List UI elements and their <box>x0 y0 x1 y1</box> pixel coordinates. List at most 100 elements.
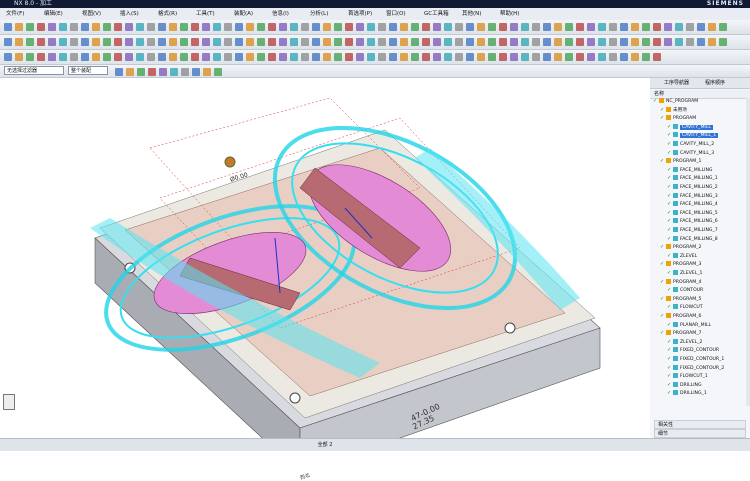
toolbar-button-icon[interactable] <box>686 38 694 46</box>
toolbar-button-icon[interactable] <box>653 38 661 46</box>
toolbar-button-icon[interactable] <box>411 38 419 46</box>
toolbar-button-icon[interactable] <box>191 53 199 61</box>
toolbar-button-icon[interactable] <box>543 53 551 61</box>
menu-item[interactable]: 帮助(H) <box>500 10 519 18</box>
operation-row[interactable]: ✓ CAVITY_MILL_3 <box>667 149 714 158</box>
toolbar-button-icon[interactable] <box>301 23 309 31</box>
details-panel[interactable]: 细节 <box>654 429 746 438</box>
toolbar-button-icon[interactable] <box>499 38 507 46</box>
toolbar-button-icon[interactable] <box>59 23 67 31</box>
toolbar-button-icon[interactable] <box>554 23 562 31</box>
operation-row[interactable]: ✓ FIXED_CONTOUR_1 <box>667 356 724 364</box>
toolbar-button-icon[interactable] <box>15 23 23 31</box>
toolbar-button-icon[interactable] <box>257 23 265 31</box>
toolbar-button-icon[interactable] <box>532 38 540 46</box>
toolbar-button-icon[interactable] <box>433 53 441 61</box>
operation-row[interactable]: ✓ DRILLING <box>667 381 702 390</box>
toolbar-button-icon[interactable] <box>488 53 496 61</box>
toolbar-button-icon[interactable] <box>609 53 617 61</box>
toolbar-button-icon[interactable] <box>653 23 661 31</box>
dependencies-panel[interactable]: 相关性 <box>654 420 746 429</box>
toolbar-button-icon[interactable] <box>719 38 727 46</box>
program-group-row[interactable]: ✓ 未用项 <box>660 106 687 115</box>
toolbar-button-icon[interactable] <box>455 23 463 31</box>
toolbar-button-icon[interactable] <box>136 38 144 46</box>
toolbar-button-icon[interactable] <box>92 23 100 31</box>
toolbar-button-icon[interactable] <box>158 38 166 46</box>
toolbar-button-icon[interactable] <box>323 38 331 46</box>
program-group-row[interactable]: ✓ PROGRAM_4 <box>660 278 701 287</box>
toolbar-button-icon[interactable] <box>675 38 683 46</box>
orient-triad-icon[interactable] <box>3 394 15 410</box>
toolbar-button-icon[interactable] <box>137 68 145 76</box>
menu-item[interactable]: 编辑(E) <box>44 10 63 18</box>
toolbar-button-icon[interactable] <box>389 38 397 46</box>
toolbar-button-icon[interactable] <box>433 23 441 31</box>
tab-operation-navigator[interactable]: 工序导航器 <box>664 80 689 87</box>
toolbar-button-icon[interactable] <box>411 53 419 61</box>
operation-row[interactable]: ✓ ZLEVEL_2 <box>667 338 702 347</box>
toolbar-button-icon[interactable] <box>499 23 507 31</box>
toolbar-button-icon[interactable] <box>290 53 298 61</box>
toolbar-button-icon[interactable] <box>246 53 254 61</box>
toolbar-button-icon[interactable] <box>48 53 56 61</box>
toolbar-button-icon[interactable] <box>587 53 595 61</box>
program-group-row[interactable]: ✓ PROGRAM_3 <box>660 261 701 269</box>
operation-row[interactable]: ✓ FIXED_CONTOUR <box>667 347 719 355</box>
toolbar-button-icon[interactable] <box>444 53 452 61</box>
toolbar-button-icon[interactable] <box>169 53 177 61</box>
toolbar-button-icon[interactable] <box>170 68 178 76</box>
toolbar-button-icon[interactable] <box>400 38 408 46</box>
toolbar-button-icon[interactable] <box>565 38 573 46</box>
toolbar-button-icon[interactable] <box>92 53 100 61</box>
toolbar-button-icon[interactable] <box>532 23 540 31</box>
menu-item[interactable]: 信息(I) <box>272 10 289 18</box>
toolbar-button-icon[interactable] <box>48 38 56 46</box>
toolbar-button-icon[interactable] <box>444 23 452 31</box>
operation-row[interactable]: ✓ FACE_MILLING_6 <box>667 218 718 226</box>
toolbar-button-icon[interactable] <box>213 38 221 46</box>
menu-item[interactable]: 装配(A) <box>234 10 253 18</box>
toolbar-button-icon[interactable] <box>159 68 167 76</box>
toolbar-button-icon[interactable] <box>378 23 386 31</box>
toolbar-button-icon[interactable] <box>268 23 276 31</box>
program-group-row[interactable]: ✓ PROGRAM_6 <box>660 313 701 321</box>
toolbar-button-icon[interactable] <box>213 53 221 61</box>
toolbar-button-icon[interactable] <box>103 38 111 46</box>
toolbar-button-icon[interactable] <box>488 38 496 46</box>
toolbar-button-icon[interactable] <box>587 38 595 46</box>
toolbar-button-icon[interactable] <box>181 68 189 76</box>
toolbar-button-icon[interactable] <box>147 38 155 46</box>
toolbar-button-icon[interactable] <box>4 38 12 46</box>
toolbar-button-icon[interactable] <box>81 38 89 46</box>
toolbar-button-icon[interactable] <box>598 23 606 31</box>
toolbar-button-icon[interactable] <box>224 53 232 61</box>
toolbar-button-icon[interactable] <box>422 23 430 31</box>
toolbar-button-icon[interactable] <box>268 38 276 46</box>
toolbar-button-icon[interactable] <box>400 53 408 61</box>
toolbar-button-icon[interactable] <box>400 23 408 31</box>
menu-item[interactable]: 分析(L) <box>310 10 328 18</box>
program-group-row[interactable]: ✓ PROGRAM_1 <box>660 158 701 166</box>
operation-row[interactable]: ✓ FLOWCUT <box>667 304 703 312</box>
toolbar-button-icon[interactable] <box>411 23 419 31</box>
menu-item[interactable]: 首选项(P) <box>348 10 372 18</box>
toolbar-button-icon[interactable] <box>576 53 584 61</box>
operation-row[interactable]: ✓ DRILLING_1 <box>667 390 707 398</box>
toolbar-button-icon[interactable] <box>148 68 156 76</box>
toolbar-button-icon[interactable] <box>389 23 397 31</box>
toolbar-button-icon[interactable] <box>356 23 364 31</box>
operation-row[interactable]: ✓ CAVITY_MILL_1 <box>667 132 719 140</box>
operation-row[interactable]: ✓ FACE_MILLING_5 <box>667 209 718 218</box>
toolbar-button-icon[interactable] <box>48 23 56 31</box>
operation-row[interactable]: ✓ FIXED_CONTOUR_2 <box>667 364 724 373</box>
toolbar-button-icon[interactable] <box>565 53 573 61</box>
toolbar-button-icon[interactable] <box>477 38 485 46</box>
toolbar-button-icon[interactable] <box>26 23 34 31</box>
toolbar-button-icon[interactable] <box>224 38 232 46</box>
toolbar-button-icon[interactable] <box>697 38 705 46</box>
toolbar-button-icon[interactable] <box>466 38 474 46</box>
toolbar-button-icon[interactable] <box>312 38 320 46</box>
menu-item[interactable]: 格式(R) <box>158 10 177 18</box>
toolbar-button-icon[interactable] <box>323 23 331 31</box>
